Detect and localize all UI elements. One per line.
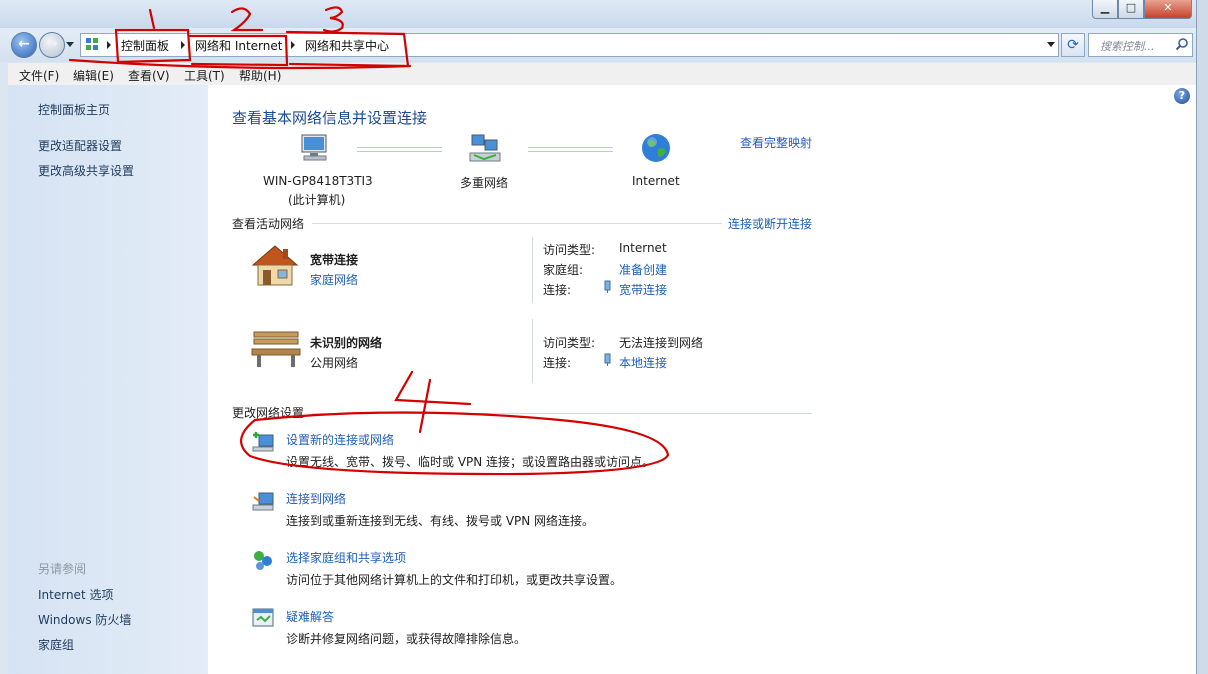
computer-label: (此计算机) bbox=[288, 193, 346, 207]
computer-name: WIN-GP8418T3TI3 bbox=[263, 174, 373, 188]
help-icon[interactable]: ? bbox=[1174, 88, 1190, 104]
network-name: 未识别的网络 bbox=[310, 336, 383, 350]
network-type: 公用网络 bbox=[310, 356, 359, 370]
page-title: 查看基本网络信息并设置连接 bbox=[232, 109, 428, 127]
task-description: 诊断并修复网络问题，或获得故障排除信息。 bbox=[286, 632, 527, 646]
close-button[interactable]: ✕ bbox=[1144, 0, 1192, 19]
breadcrumb-control-panel[interactable]: 控制面板 bbox=[121, 37, 169, 54]
map-connector-line bbox=[357, 147, 442, 152]
homegroup-label: 家庭组: bbox=[543, 263, 584, 277]
separator-line bbox=[532, 319, 533, 383]
map-connector-line bbox=[528, 147, 613, 152]
minimize-icon: ▁ bbox=[1100, 1, 1110, 14]
task-setup-new-connection[interactable]: 设置新的连接或网络 bbox=[286, 431, 394, 448]
connect-disconnect-link[interactable]: 连接或断开连接 bbox=[728, 215, 812, 232]
internet-label: Internet bbox=[632, 174, 680, 188]
view-full-map-link[interactable]: 查看完整映射 bbox=[740, 134, 812, 151]
breadcrumb-network-internet[interactable]: 网络和 Internet bbox=[195, 37, 282, 54]
menu-file[interactable]: 文件(F) bbox=[19, 67, 59, 84]
breadcrumb-separator-icon[interactable] bbox=[291, 41, 295, 49]
public-network-bench-icon bbox=[251, 331, 301, 367]
menu-edit[interactable]: 编辑(E) bbox=[73, 67, 114, 84]
network-name: 宽带连接 bbox=[310, 253, 359, 267]
menu-view[interactable]: 查看(V) bbox=[128, 67, 170, 84]
dialup-connection-icon bbox=[604, 280, 611, 293]
access-type-value: 无法连接到网络 bbox=[619, 336, 704, 350]
homegroup-sharing-icon bbox=[254, 551, 272, 570]
maximize-icon: □ bbox=[1125, 1, 1137, 14]
multiple-networks-label: 多重网络 bbox=[460, 176, 509, 190]
troubleshoot-icon bbox=[252, 608, 274, 627]
task-homegroup-sharing[interactable]: 选择家庭组和共享选项 bbox=[286, 549, 406, 566]
multiple-networks-icon bbox=[469, 134, 501, 162]
connection-label: 连接: bbox=[543, 356, 572, 370]
forward-arrow-icon: → bbox=[46, 36, 58, 52]
control-panel-icon bbox=[86, 38, 98, 50]
search-icon bbox=[1175, 38, 1188, 51]
refresh-icon: ⟳ bbox=[1067, 37, 1079, 53]
separator-line bbox=[532, 237, 533, 303]
access-type-label: 访问类型: bbox=[543, 243, 596, 257]
refresh-button[interactable]: ⟳ bbox=[1061, 33, 1085, 57]
see-also-heading: 另请参阅 bbox=[38, 562, 87, 576]
menu-tools[interactable]: 工具(T) bbox=[184, 67, 225, 84]
task-description: 设置无线、宽带、拨号、临时或 VPN 连接；或设置路由器或访问点。 bbox=[286, 455, 655, 469]
main-content: ? 查看基本网络信息并设置连接 查看完整映射 WIN-GP8418T3TI3 (… bbox=[208, 85, 1196, 674]
back-button[interactable]: ← bbox=[11, 32, 37, 58]
address-dropdown-icon[interactable] bbox=[1047, 42, 1055, 47]
sidebar-item-adapter-settings[interactable]: 更改适配器设置 bbox=[38, 137, 122, 154]
minimize-button[interactable]: ▁ bbox=[1092, 0, 1118, 19]
connection-label: 连接: bbox=[543, 283, 572, 297]
task-connect-to-network[interactable]: 连接到网络 bbox=[286, 490, 346, 507]
task-description: 访问位于其他网络计算机上的文件和打印机，或更改共享设置。 bbox=[286, 573, 623, 587]
sidebar-item-advanced-sharing[interactable]: 更改高级共享设置 bbox=[38, 162, 134, 179]
broadband-connection-link[interactable]: 宽带连接 bbox=[619, 281, 667, 298]
menu-bar: 文件(F) 编辑(E) 查看(V) 工具(T) 帮助(H) bbox=[8, 63, 1196, 86]
sidebar-item-windows-firewall[interactable]: Windows 防火墙 bbox=[38, 611, 131, 628]
task-troubleshoot[interactable]: 疑难解答 bbox=[286, 608, 334, 625]
breadcrumb-network-sharing-center[interactable]: 网络和共享中心 bbox=[305, 37, 389, 54]
access-type-label: 访问类型: bbox=[543, 336, 596, 350]
sidebar-item-internet-options[interactable]: Internet 选项 bbox=[38, 586, 113, 603]
separator-line bbox=[312, 413, 812, 414]
new-connection-icon bbox=[252, 432, 274, 452]
control-panel-window: ▁ □ ✕ ← → 控制面板 网络和 Internet 网络和共享中心 ⟳ 搜索… bbox=[0, 0, 1197, 674]
maximize-button[interactable]: □ bbox=[1118, 0, 1144, 19]
breadcrumb-separator-icon[interactable] bbox=[181, 41, 185, 49]
separator-line bbox=[312, 223, 722, 224]
recent-pages-dropdown[interactable] bbox=[66, 42, 74, 47]
computer-icon bbox=[301, 134, 327, 161]
search-placeholder: 搜索控制... bbox=[1100, 40, 1155, 53]
local-connection-icon bbox=[604, 353, 611, 366]
homegroup-ready-link[interactable]: 准备创建 bbox=[619, 261, 667, 278]
address-row: ← → 控制面板 网络和 Internet 网络和共享中心 ⟳ 搜索控制... bbox=[0, 28, 1196, 62]
change-settings-heading: 更改网络设置 bbox=[232, 406, 305, 420]
sidebar-item-homegroup[interactable]: 家庭组 bbox=[38, 636, 74, 653]
access-type-value: Internet bbox=[619, 241, 667, 255]
sidebar-item-control-panel-home[interactable]: 控制面板主页 bbox=[38, 101, 110, 118]
title-bar: ▁ □ ✕ bbox=[0, 0, 1196, 28]
connect-network-icon bbox=[252, 492, 274, 511]
local-connection-link[interactable]: 本地连接 bbox=[619, 354, 667, 371]
globe-icon bbox=[642, 134, 670, 162]
forward-button[interactable]: → bbox=[39, 32, 65, 58]
network-type-link[interactable]: 家庭网络 bbox=[310, 271, 358, 288]
search-input[interactable]: 搜索控制... bbox=[1088, 33, 1193, 57]
task-description: 连接到或重新连接到无线、有线、拨号或 VPN 网络连接。 bbox=[286, 514, 595, 528]
breadcrumb-separator-icon[interactable] bbox=[107, 41, 111, 49]
sidebar: 控制面板主页 更改适配器设置 更改高级共享设置 另请参阅 Internet 选项… bbox=[8, 85, 208, 674]
address-bar[interactable]: 控制面板 网络和 Internet 网络和共享中心 bbox=[80, 33, 1059, 57]
menu-help[interactable]: 帮助(H) bbox=[239, 67, 281, 84]
back-arrow-icon: ← bbox=[18, 36, 30, 52]
home-network-icon bbox=[251, 245, 299, 286]
close-icon: ✕ bbox=[1163, 1, 1173, 14]
active-networks-heading: 查看活动网络 bbox=[232, 217, 305, 231]
